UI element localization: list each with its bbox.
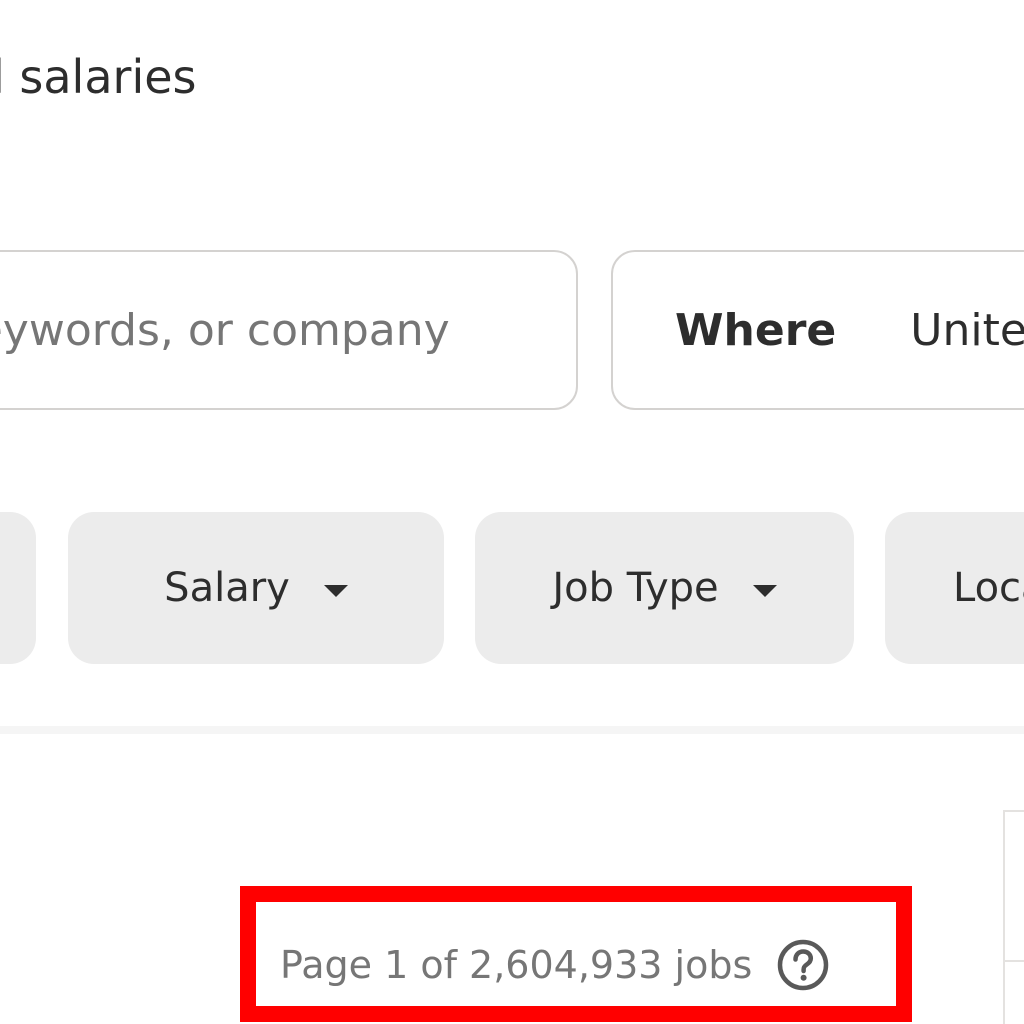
help-circle-icon-graphic	[778, 939, 829, 991]
filter-job-type-button[interactable]: Job Type	[475, 512, 854, 664]
what-search-field[interactable]	[0, 250, 578, 410]
filter-salary-button[interactable]: Salary	[68, 512, 444, 664]
results-count-text: Page 1 of 2,604,933 jobs	[280, 943, 753, 987]
filter-location-button[interactable]: Location	[885, 512, 1024, 664]
help-circle-icon[interactable]	[776, 938, 830, 992]
section-divider	[0, 726, 1024, 734]
filter-job-type-label: Job Type	[552, 565, 719, 611]
filter-salary-label: Salary	[164, 565, 290, 611]
caret-down-icon	[752, 585, 777, 597]
panel-divider	[1005, 960, 1024, 962]
where-search-field[interactable]: Where United States	[611, 250, 1024, 410]
what-search-input[interactable]	[0, 304, 576, 356]
job-search-page: l salaries Where United States Salary Jo…	[0, 0, 1024, 1024]
job-detail-panel-edge	[1003, 810, 1024, 1024]
filter-chip-partial[interactable]	[0, 512, 36, 664]
page-headline: l salaries	[0, 50, 197, 104]
where-input-value[interactable]: United States	[910, 305, 1024, 356]
caret-down-icon	[323, 585, 348, 597]
filter-location-label: Location	[953, 565, 1024, 611]
results-count-highlight: Page 1 of 2,604,933 jobs	[240, 886, 912, 1022]
where-label: Where	[675, 304, 837, 356]
